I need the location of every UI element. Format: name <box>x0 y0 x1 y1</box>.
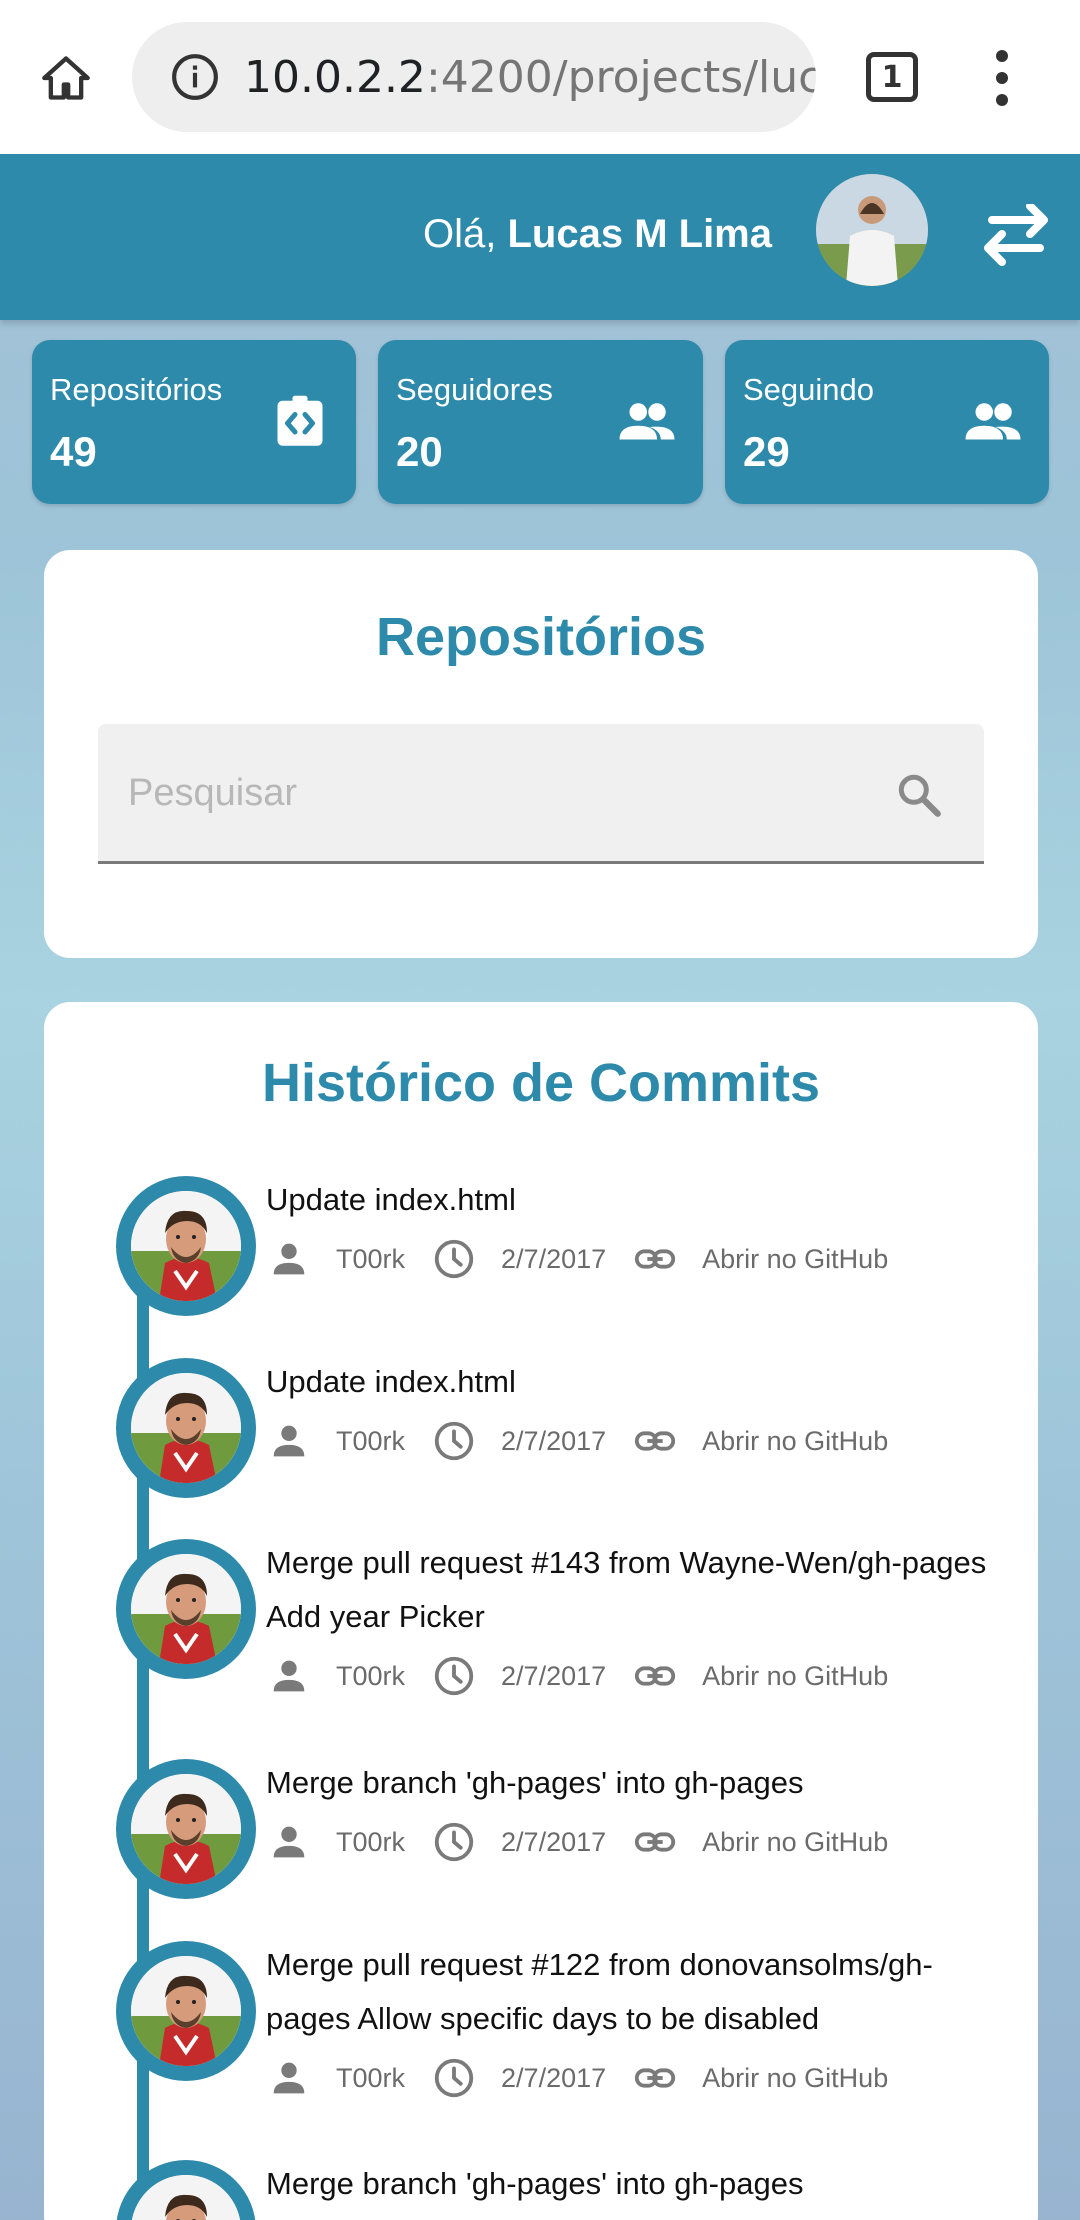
commit-author: T00rk <box>336 1660 406 1691</box>
avatar <box>131 1554 241 1664</box>
commit-date: 2/7/2017 <box>501 1660 607 1691</box>
commit-date: 2/7/2017 <box>501 1243 607 1274</box>
address-bar[interactable]: 10.0.2.2:4200/projects/luca <box>132 22 816 132</box>
commits-title: Histórico de Commits <box>261 1053 821 1113</box>
avatar <box>131 2175 241 2220</box>
commit-author: T00rk <box>336 1243 406 1274</box>
people-icon <box>619 403 675 440</box>
home-icon[interactable] <box>30 45 102 111</box>
stat-value: 49 <box>50 428 97 475</box>
person-icon <box>273 1243 305 1275</box>
commit-author: T00rk <box>336 1425 406 1456</box>
clock-icon <box>434 1822 474 1862</box>
greeting: Olá, Lucas M Lima <box>423 212 772 256</box>
repositories-card: Repositórios <box>44 550 1038 958</box>
commit-avatar <box>116 1539 256 1679</box>
open-on-github-link[interactable]: Abrir no GitHub <box>702 1827 888 1858</box>
commit-meta: T00rk 2/7/2017 Abrir no GitHub <box>266 1234 914 1284</box>
commit-author: T00rk <box>336 2062 406 2093</box>
search-field[interactable] <box>98 724 984 864</box>
avatar[interactable] <box>816 174 928 286</box>
avatar <box>131 1191 241 1301</box>
stat-card-following[interactable]: Seguindo 29 <box>725 340 1049 504</box>
commit-message: Merge branch 'gh-pages' into gh-pages <box>266 2166 804 2201</box>
clock-icon <box>434 2058 474 2098</box>
open-on-github-link[interactable]: Abrir no GitHub <box>702 2063 888 2094</box>
clock-icon <box>434 1656 474 1696</box>
person-icon <box>273 2062 305 2094</box>
open-on-github-link[interactable]: Abrir no GitHub <box>702 1661 888 1692</box>
commit-avatar <box>116 1358 256 1498</box>
open-on-github-link[interactable]: Abrir no GitHub <box>702 1244 888 1275</box>
commit-message: Update index.html <box>266 1182 516 1217</box>
stat-card-repositories[interactable]: Repositórios 49 <box>32 340 356 504</box>
stat-label: Repositórios <box>50 372 223 407</box>
commit-meta: T00rk 2/7/2017 Abrir no GitHub <box>266 1416 914 1466</box>
commit-message: Merge pull request #143 from Wayne-Wen/g… <box>266 1545 987 1634</box>
commit-meta: T00rk 2/7/2017 Abrir no GitHub <box>266 2053 914 2103</box>
avatar <box>131 1774 241 1884</box>
avatar <box>131 1956 241 2066</box>
commit-date: 2/7/2017 <box>501 1425 607 1456</box>
clock-icon <box>434 1239 474 1279</box>
link-icon[interactable] <box>632 1819 678 1865</box>
person-icon <box>273 1425 305 1457</box>
commit-author: T00rk <box>336 1826 406 1857</box>
swap-icon[interactable] <box>980 204 1052 268</box>
commit-date: 2/7/2017 <box>501 2062 607 2093</box>
stat-value: 29 <box>743 428 790 475</box>
commit-message: Merge pull request #122 from donovansolm… <box>266 1947 933 2036</box>
browser-toolbar: 10.0.2.2:4200/projects/luca 1 <box>0 0 1080 154</box>
info-icon[interactable] <box>170 52 220 102</box>
link-icon[interactable] <box>632 1236 678 1282</box>
open-on-github-link[interactable]: Abrir no GitHub <box>702 1426 888 1457</box>
commit-meta: T00rk 2/7/2017 Abrir no GitHub <box>266 1651 914 1701</box>
search-icon[interactable] <box>894 770 944 820</box>
commit-avatar <box>116 1176 256 1316</box>
commit-meta: T00rk 2/7/2017 Abrir no GitHub <box>266 1817 914 1867</box>
person-icon <box>273 1826 305 1858</box>
clock-icon <box>434 1421 474 1461</box>
link-icon[interactable] <box>632 2055 678 2101</box>
stat-value: 20 <box>396 428 443 475</box>
link-icon[interactable] <box>632 1653 678 1699</box>
stat-label: Seguindo <box>743 372 875 407</box>
commit-message: Merge branch 'gh-pages' into gh-pages <box>266 1765 804 1800</box>
commit-avatar <box>116 1759 256 1899</box>
url-text: 10.0.2.2:4200/projects/luca <box>244 51 816 103</box>
commit-avatar <box>116 1941 256 2081</box>
avatar <box>131 1373 241 1483</box>
app-header: Olá, Lucas M Lima <box>0 154 1080 320</box>
commit-date: 2/7/2017 <box>501 1826 607 1857</box>
more-options-icon[interactable] <box>980 50 1024 106</box>
people-icon <box>965 403 1021 440</box>
commit-message: Update index.html <box>266 1364 516 1399</box>
link-icon[interactable] <box>632 1418 678 1464</box>
stat-card-followers[interactable]: Seguidores 20 <box>378 340 703 504</box>
stat-label: Seguidores <box>396 372 553 407</box>
tab-switcher-button[interactable]: 1 <box>866 52 918 102</box>
search-input[interactable] <box>128 758 888 828</box>
person-icon <box>273 1660 305 1692</box>
repositories-title: Repositórios <box>375 607 707 667</box>
user-name: Lucas M Lima <box>507 212 772 256</box>
repo-icon <box>277 395 323 446</box>
